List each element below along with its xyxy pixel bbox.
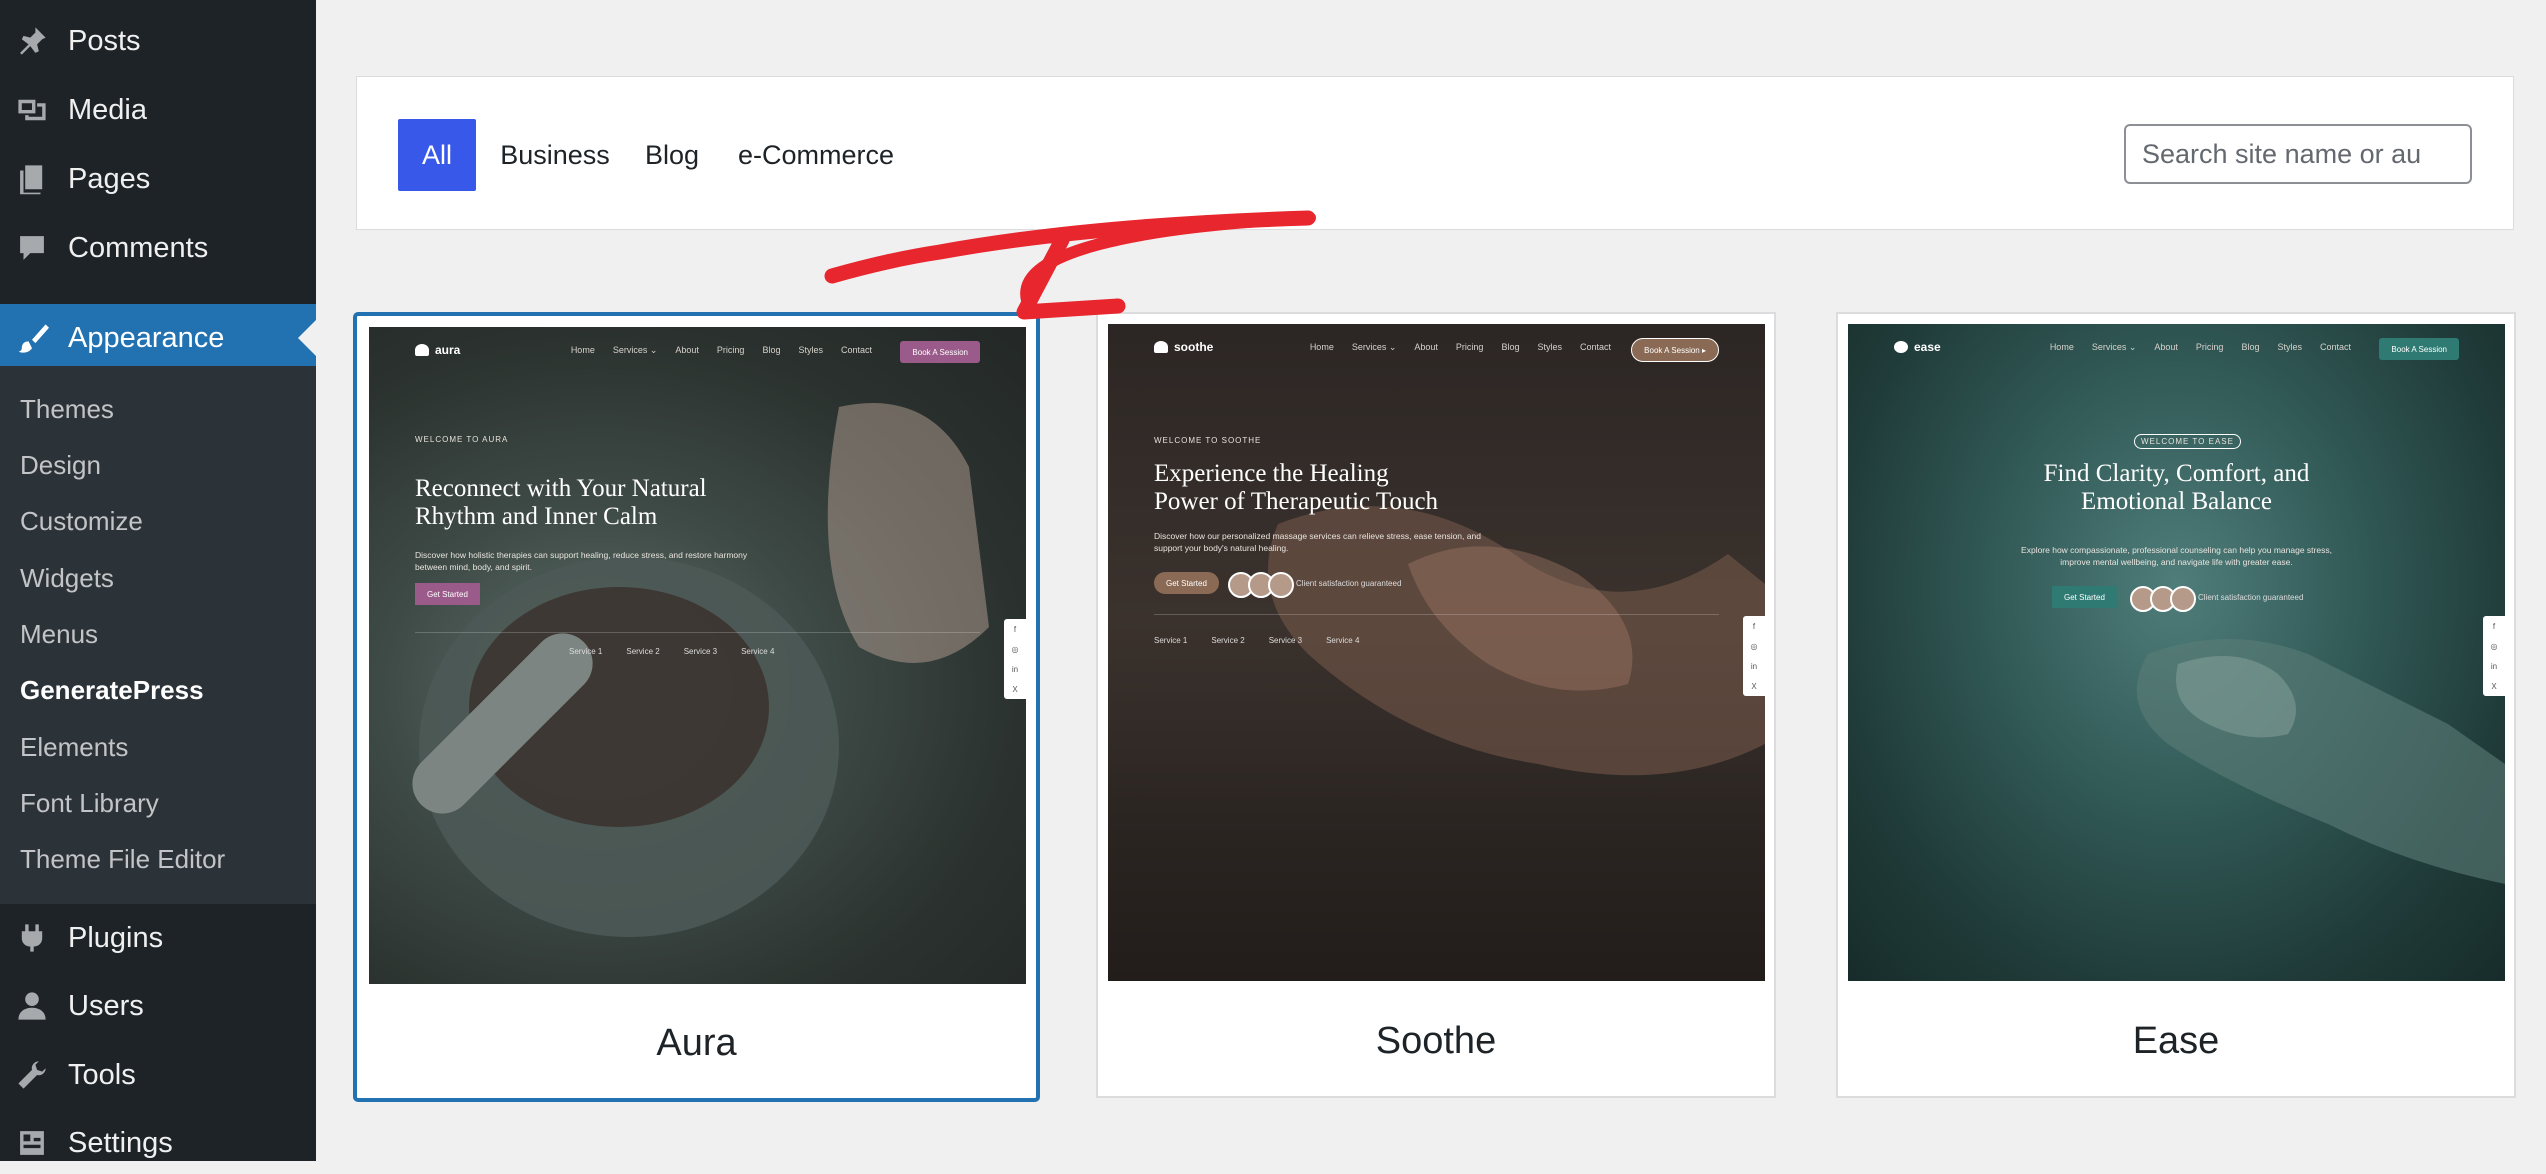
sidebar-item-label: Settings (68, 1126, 173, 1159)
sidebar-item-users[interactable]: Users (0, 975, 316, 1037)
submenu-item-theme-file-editor[interactable]: Theme File Editor (20, 844, 225, 875)
comments-icon (14, 230, 50, 266)
submenu-item-generatepress[interactable]: GeneratePress (20, 675, 204, 706)
site-preview-soothe: soothe Home Services ⌄ About Pricing Blog Sty… (1108, 324, 1765, 981)
preview-logo: aura (415, 343, 460, 357)
preview-guarantee: Client satisfaction guaranteed (1296, 579, 1402, 588)
preview-cta-button: Book A Session ▸ (1631, 338, 1719, 362)
preview-divider (1154, 614, 1719, 615)
sidebar-item-label: Pages (68, 162, 151, 195)
tools-icon (14, 1057, 50, 1093)
tab-all[interactable]: All (398, 119, 476, 191)
hands-massage-image (1268, 506, 1765, 776)
preview-get-started: Get Started (2052, 586, 2117, 608)
preview-text: Discover how holistic therapies can supp… (415, 550, 748, 572)
site-card-aura[interactable]: aura Home Services ⌄ About Pricing Blog Style… (353, 312, 1040, 1102)
tab-blog[interactable]: Blog (637, 119, 707, 191)
sidebar-item-pages[interactable]: Pages (0, 148, 316, 210)
settings-icon (14, 1125, 50, 1161)
preview-social-bar: f ◎ in X (1743, 616, 1765, 696)
preview-text: Discover how our personalized massage se… (1154, 531, 1481, 553)
preview-cta-button: Book A Session (900, 341, 980, 363)
paintbrush-icon (14, 320, 50, 356)
site-filter-bar: All Business Blog e-Commerce (356, 76, 2514, 230)
sidebar-item-label: Comments (68, 231, 209, 264)
preview-avatars (1228, 572, 1294, 598)
site-preview-ease: ease Home Services ⌄ About Pricing Blog Style… (1848, 324, 2505, 981)
submenu-item-widgets[interactable]: Widgets (20, 563, 114, 594)
users-icon (14, 988, 50, 1024)
preview-nav: soothe Home Services ⌄ About Pricing Blog Sty… (1108, 338, 1765, 362)
submenu-item-menus[interactable]: Menus (20, 619, 98, 650)
site-title-ease: Ease (2132, 1020, 2220, 1062)
sidebar-item-label: Posts (68, 24, 141, 57)
submenu-item-themes[interactable]: Themes (20, 394, 114, 425)
preview-kicker: WELCOME TO SOOTHE (1154, 436, 1262, 445)
preview-text: Explore how compassionate, professional … (2021, 545, 2332, 567)
sidebar-item-label: Media (68, 93, 147, 126)
plugins-icon (14, 920, 50, 956)
sidebar-item-tools[interactable]: Tools (0, 1044, 316, 1106)
preview-services: Service 1 Service 2 Service 3 Service 4 (1154, 636, 1360, 645)
site-search-input[interactable] (2124, 124, 2472, 184)
media-icon (14, 92, 50, 128)
preview-logo: ease (1894, 340, 1941, 354)
current-menu-arrow (298, 320, 316, 356)
preview-headline: Experience the Healing Power of Therapeut… (1154, 460, 1439, 515)
site-preview-aura: aura Home Services ⌄ About Pricing Blog Style… (369, 327, 1026, 984)
sidebar-item-label: Users (68, 989, 144, 1022)
preview-social-bar: f ◎ in X (2483, 616, 2505, 696)
sidebar-item-label: Appearance (68, 321, 225, 354)
preview-logo: soothe (1154, 340, 1213, 354)
preview-headline: Find Clarity, Comfort, and Emotional Bala… (2043, 460, 2310, 515)
appearance-submenu: Themes Design Customize Widgets Menus Ge… (0, 366, 316, 904)
site-title-aura: Aura (656, 1022, 737, 1064)
admin-sidebar: Posts Media Pages Comments Appearance Th… (0, 0, 316, 1161)
submenu-item-font-library[interactable]: Font Library (20, 788, 159, 819)
tab-business[interactable]: Business (495, 119, 615, 191)
preview-guarantee: Client satisfaction guaranteed (2198, 593, 2304, 602)
sidebar-item-settings[interactable]: Settings (0, 1112, 316, 1174)
preview-get-started: Get Started (1154, 572, 1219, 594)
preview-nav-links: Home Services ⌄ About Pricing Blog Styles Cont… (1309, 342, 1611, 352)
preview-headline: Reconnect with Your Natural Rhythm and In… (415, 475, 707, 530)
sidebar-item-label: Tools (68, 1058, 136, 1091)
site-card-soothe[interactable]: soothe Home Services ⌄ About Pricing Blog Sty… (1096, 312, 1776, 1098)
preview-nav: ease Home Services ⌄ About Pricing Blog Style… (1848, 338, 2505, 362)
submenu-item-customize[interactable]: Customize (20, 506, 143, 537)
sidebar-item-media[interactable]: Media (0, 79, 316, 141)
preview-nav-links: Home Services ⌄ About Pricing Blog Styles Cont… (2049, 342, 2351, 352)
sidebar-item-plugins[interactable]: Plugins (0, 907, 316, 969)
site-card-ease[interactable]: ease Home Services ⌄ About Pricing Blog Style… (1836, 312, 2516, 1098)
tab-e-commerce[interactable]: e-Commerce (731, 119, 901, 191)
clasped-hands-image (2136, 639, 2505, 884)
preview-nav-links: Home Services ⌄ About Pricing Blog Styles Cont… (570, 345, 872, 355)
preview-services: Service 1 Service 2 Service 3 Service 4 (569, 647, 775, 656)
preview-divider (415, 632, 980, 633)
sidebar-item-label: Plugins (68, 921, 164, 954)
preview-kicker: WELCOME TO EASE (2134, 434, 2241, 449)
preview-nav: aura Home Services ⌄ About Pricing Blog Style… (369, 341, 1026, 365)
submenu-item-elements[interactable]: Elements (20, 732, 128, 763)
preview-get-started: Get Started (415, 583, 480, 605)
preview-kicker: WELCOME TO AURA (415, 435, 509, 444)
preview-social-bar: f ◎ in X (1004, 619, 1026, 699)
preview-avatars (2130, 586, 2196, 612)
pin-icon (14, 23, 50, 59)
pages-icon (14, 161, 50, 197)
sidebar-item-appearance[interactable]: Appearance (0, 304, 316, 372)
site-title-soothe: Soothe (1375, 1020, 1497, 1062)
submenu-item-design[interactable]: Design (20, 450, 101, 481)
sidebar-item-comments[interactable]: Comments (0, 217, 316, 279)
sidebar-item-posts[interactable]: Posts (0, 10, 316, 72)
preview-cta-button: Book A Session (2379, 338, 2459, 360)
